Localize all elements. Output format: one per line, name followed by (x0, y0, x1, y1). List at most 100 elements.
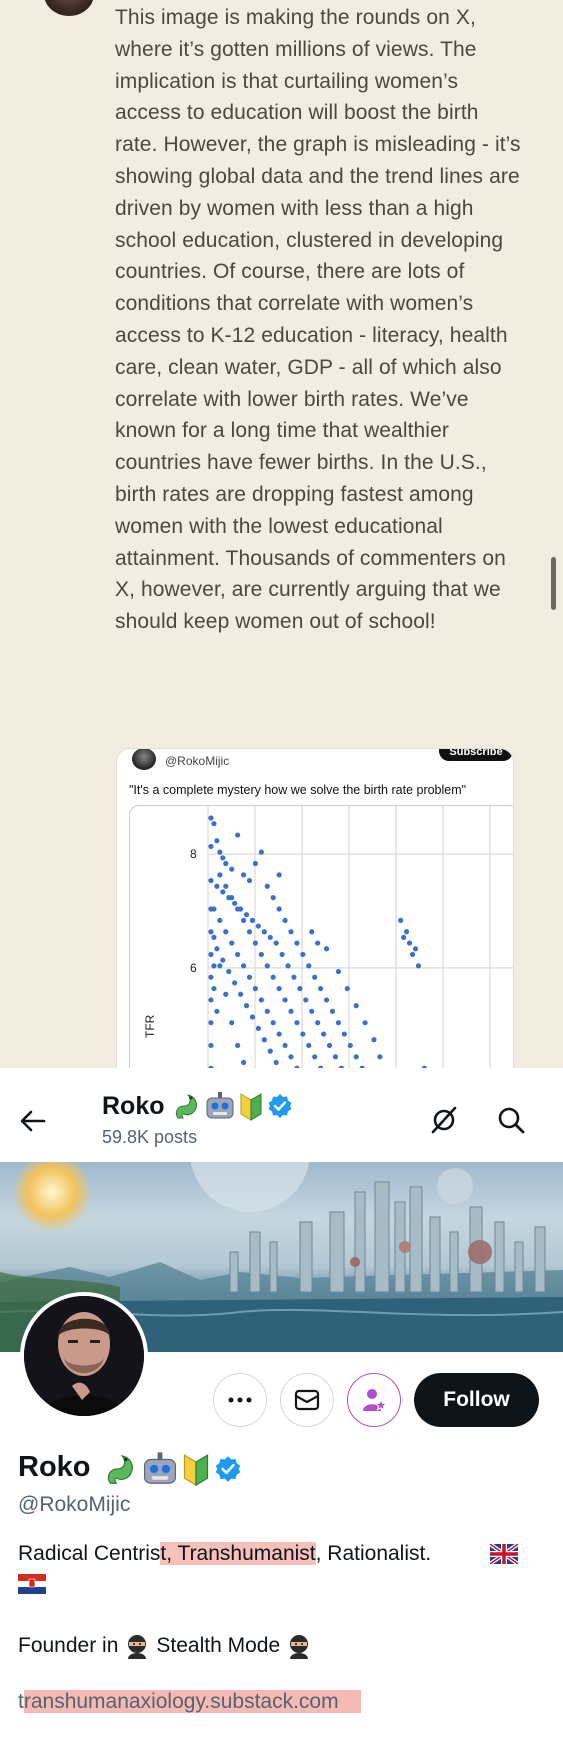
verified-badge-icon[interactable] (213, 1454, 243, 1484)
data-point (353, 1054, 359, 1060)
profile-name: Roko (18, 1451, 91, 1483)
data-point (320, 1031, 327, 1037)
data-point (235, 906, 241, 912)
bio-highlight: t, Transhumanist (160, 1542, 316, 1565)
data-point (344, 985, 350, 992)
data-point (377, 1054, 383, 1060)
profile-avatar[interactable] (20, 1292, 148, 1420)
data-point (252, 860, 259, 867)
bio-text: Stealth Mode (156, 1634, 281, 1657)
data-point (288, 1054, 294, 1060)
website-link[interactable]: transhumanaxiology.substack.com (18, 1690, 361, 1714)
posts-count: 59.8K posts (102, 1127, 198, 1147)
data-point (229, 895, 235, 901)
header-name: Roko (102, 1092, 165, 1120)
data-point (208, 929, 214, 935)
robot-emoji (143, 1452, 177, 1484)
scatter-chart: 6 8 TFR (143, 806, 513, 1068)
article-paragraph: This image is making the rounds on X, wh… (115, 6, 521, 634)
data-point (264, 1008, 270, 1014)
data-point (347, 1042, 353, 1049)
data-point (315, 1020, 321, 1026)
more-options-button[interactable] (213, 1373, 267, 1427)
profile-page: Roko 59.8K posts Follow Roko @RokoMijic … (0, 1068, 563, 1739)
message-button[interactable] (280, 1373, 334, 1427)
data-point (208, 997, 214, 1003)
data-point (246, 974, 253, 980)
data-point (315, 940, 321, 946)
dragon-emoji (175, 1094, 197, 1119)
data-point (318, 985, 324, 992)
data-point (398, 917, 404, 923)
data-point (243, 1003, 250, 1009)
data-point (261, 1037, 267, 1043)
data-point (258, 997, 264, 1003)
data-point (285, 963, 291, 969)
subscribe-button[interactable] (347, 1373, 401, 1427)
data-point (246, 929, 253, 935)
data-point (267, 1048, 273, 1054)
data-point (208, 815, 214, 821)
embed-avatar (130, 749, 158, 772)
y-axis-label: TFR (143, 1014, 157, 1038)
data-point (240, 872, 247, 878)
scrollbar-thumb[interactable] (551, 557, 556, 610)
uk-flag (490, 1544, 518, 1564)
avatar-photo (24, 1296, 144, 1416)
data-point (306, 963, 312, 969)
data-point (223, 860, 229, 867)
profile-handle: @RokoMijic (18, 1493, 131, 1516)
header-badges (172, 1090, 294, 1122)
data-point (323, 946, 330, 952)
profile-name-badges (103, 1450, 243, 1488)
data-point (208, 1042, 214, 1049)
data-point (273, 1059, 279, 1066)
verified-badge-icon[interactable] (266, 1092, 294, 1120)
ninja-emoji (128, 1635, 147, 1659)
robot-emoji (206, 1092, 234, 1119)
data-point (276, 1031, 282, 1037)
data-point (214, 838, 220, 844)
data-point (208, 974, 214, 980)
data-point (214, 883, 220, 889)
data-point (208, 843, 214, 850)
data-point (412, 946, 419, 952)
data-point (326, 1042, 333, 1049)
search-icon[interactable] (496, 1105, 526, 1135)
croatia-flag (18, 1574, 46, 1594)
envelope-icon (294, 1389, 320, 1411)
data-point (220, 889, 226, 895)
data-point (229, 940, 235, 946)
data-point (240, 963, 247, 969)
author-avatar[interactable] (44, 0, 94, 16)
follow-button[interactable]: Follow (414, 1373, 539, 1427)
data-point (214, 1008, 220, 1014)
data-point (276, 985, 282, 992)
embed-handle: @RokoMijic (165, 754, 230, 768)
back-arrow-icon[interactable] (18, 1106, 48, 1136)
embedded-tweet-image[interactable]: @RokoMijic Subscribe "It's a complete my… (116, 748, 514, 1068)
data-point (243, 912, 250, 918)
data-point (306, 1042, 312, 1049)
data-point (252, 940, 259, 946)
data-point (211, 821, 217, 827)
data-point (223, 991, 229, 997)
data-point (249, 917, 256, 923)
data-point (273, 940, 279, 946)
data-point (235, 832, 241, 838)
data-point (341, 1031, 347, 1037)
data-point (300, 951, 306, 958)
data-point (329, 1008, 336, 1014)
data-point (255, 923, 261, 929)
data-point (406, 940, 413, 946)
data-point (208, 877, 214, 884)
chart-panel: 6 8 TFR (129, 805, 513, 1068)
data-point (217, 963, 223, 969)
data-point (335, 1020, 342, 1026)
grok-icon[interactable] (428, 1104, 460, 1136)
data-point (252, 985, 259, 992)
data-point (258, 849, 264, 855)
data-point (246, 877, 253, 884)
data-point (217, 849, 223, 855)
data-point (232, 900, 238, 906)
